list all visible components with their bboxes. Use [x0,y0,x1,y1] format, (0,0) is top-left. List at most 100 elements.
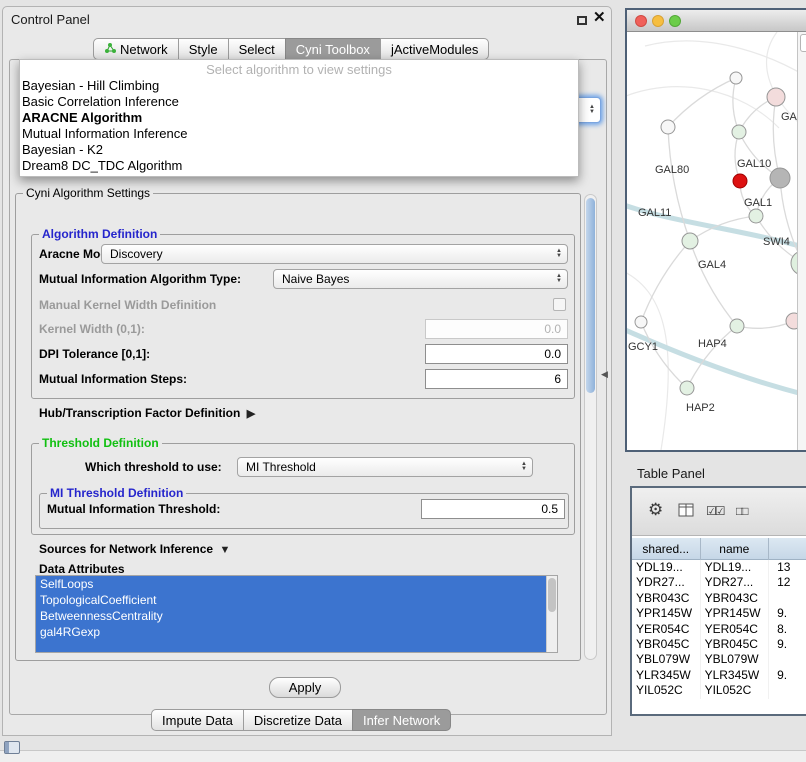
deselect-all-icon[interactable]: □□ [736,504,747,518]
network-scroll-thumb[interactable] [800,34,806,52]
collapse-down-icon: ▼ [216,544,230,556]
network-node[interactable] [661,120,675,134]
table-panel-title: Table Panel [637,466,705,481]
network-node[interactable] [682,233,698,249]
algorithm-option[interactable]: ARACNE Algorithm [20,110,578,126]
mi-algorithm-type-select[interactable]: Naive Bayes ▲▼ [273,269,568,289]
algorithm-placeholder: Select algorithm to view settings [20,62,578,78]
network-node-label: HAP4 [698,338,727,350]
network-node[interactable] [770,168,790,188]
attribute-list-scroll-thumb[interactable] [548,578,556,612]
table-row[interactable]: YDR27...YDR27...12 [632,575,806,590]
algorithm-option[interactable]: Dream8 DC_TDC Algorithm [20,158,578,174]
hub-definition-label: Hub/Transcription Factor Definition [39,406,240,420]
table-row[interactable]: YIL052CYIL052C [632,683,806,698]
table-row[interactable]: YPR145WYPR145W9. [632,606,806,621]
zoom-traffic-light[interactable] [669,15,681,27]
table-row[interactable]: YER054CYER054C8. [632,622,806,637]
attribute-item[interactable]: SelfLoops [36,576,546,592]
network-node-label: SWI4 [763,236,790,248]
network-node[interactable] [749,209,763,223]
apply-button[interactable]: Apply [269,677,341,698]
table-cell: YIL052C [701,683,770,698]
tab-network[interactable]: Network [93,38,179,60]
network-canvas[interactable]: GAL7GAL80GAL10GAL11GAL1SWI4GAL4GCY1HAP4Y… [627,32,806,450]
attribute-item-partial[interactable] [36,640,546,653]
network-edge [733,78,739,132]
mi-threshold-group-title: MI Threshold Definition [47,487,186,500]
kernel-width-input[interactable] [425,319,568,339]
table-cell: YBR045C [632,637,701,652]
table-row[interactable]: YBR045CYBR045C9. [632,637,806,652]
table-row[interactable]: YBL079WYBL079W [632,652,806,667]
table-cell [769,652,806,667]
tab-select[interactable]: Select [228,38,286,60]
sources-toggle[interactable]: Sources for Network Inference ▼ [39,539,230,559]
settings-scrollbar[interactable] [584,194,597,660]
which-threshold-select[interactable]: MI Threshold ▲▼ [237,457,533,477]
hub-definition-toggle[interactable]: Hub/Transcription Factor Definition ▶ [39,403,255,423]
attribute-item[interactable]: BetweennessCentrality [36,608,546,624]
algorithm-option[interactable]: Basic Correlation Inference [20,94,578,110]
algorithm-dropdown-popup: Select algorithm to view settings Bayesi… [19,59,579,177]
table-cell: 12 [769,575,806,590]
network-window-titlebar[interactable] [627,10,806,32]
minimize-traffic-light[interactable] [652,15,664,27]
table-cell: YPR145W [701,606,770,621]
tab-style[interactable]: Style [178,38,229,60]
attribute-list-scrollbar[interactable] [546,576,557,652]
column-header-shared-name[interactable]: shared... [632,538,701,560]
algorithm-option[interactable]: Bayesian - Hill Climbing [20,78,578,94]
select-all-icon[interactable]: ☑☑ [706,504,724,518]
close-traffic-light[interactable] [635,15,647,27]
algorithm-option[interactable]: Mutual Information Inference [20,126,578,142]
attribute-item[interactable]: TopologicalCoefficient [36,592,546,608]
control-panel-title: Control Panel [11,12,90,27]
splitter-collapse-icon[interactable]: ◀ [601,369,608,380]
aracne-mode-select[interactable]: Discovery ▲▼ [101,244,568,264]
table-row[interactable]: YBR043CYBR043C [632,591,806,606]
network-edge [690,241,737,326]
attribute-item[interactable]: gal4RGexp [36,624,546,640]
column-header-name[interactable]: name [701,538,770,560]
network-node[interactable] [635,316,647,328]
tab-jactivemodules[interactable]: jActiveModules [380,38,489,60]
table-cell: YLR345W [632,668,701,683]
algorithm-option[interactable]: Bayesian - K2 [20,142,578,158]
dpi-tolerance-input[interactable] [425,344,568,364]
network-node[interactable] [680,381,694,395]
float-window-button[interactable] [577,16,587,25]
which-threshold-value: MI Threshold [246,460,316,474]
combo-arrows-icon: ▲▼ [589,105,595,115]
table-cell [769,683,806,698]
bottom-tab-impute-data[interactable]: Impute Data [151,709,244,731]
bottom-tab-infer-network[interactable]: Infer Network [352,709,451,731]
mi-threshold-input[interactable] [421,499,565,519]
tab-cyni-toolbox-label: Cyni Toolbox [296,42,370,57]
panel-dock-icon[interactable] [4,741,20,754]
network-node[interactable] [732,125,746,139]
threshold-definition-title: Threshold Definition [39,437,162,450]
settings-scroll-thumb[interactable] [586,198,595,393]
network-node[interactable] [767,88,785,106]
mi-steps-input[interactable] [425,369,568,389]
network-node[interactable] [730,72,742,84]
gear-icon[interactable]: ⚙ [648,500,663,520]
close-window-button[interactable]: ✕ [593,10,606,26]
columns-icon[interactable] [678,502,694,523]
manual-kernel-checkbox[interactable] [553,298,566,311]
table-cell: YIL052C [632,683,701,698]
network-node[interactable] [733,174,747,188]
tab-cyni-toolbox[interactable]: Cyni Toolbox [285,38,381,60]
network-edge [641,241,690,322]
network-node[interactable] [730,319,744,333]
bottom-tab-impute-label: Impute Data [162,713,233,728]
column-header-extra[interactable] [769,538,806,560]
table-row[interactable]: YDL19...YDL19...13 [632,560,806,575]
network-scrollbar[interactable] [797,32,806,450]
table-row[interactable]: YLR345WYLR345W9. [632,668,806,683]
network-node-label: GCY1 [628,341,658,353]
network-node-label: GAL1 [744,197,772,209]
bottom-tab-discretize-data[interactable]: Discretize Data [243,709,353,731]
network-canvas-svg: GAL7GAL80GAL10GAL11GAL1SWI4GAL4GCY1HAP4Y… [627,32,806,450]
